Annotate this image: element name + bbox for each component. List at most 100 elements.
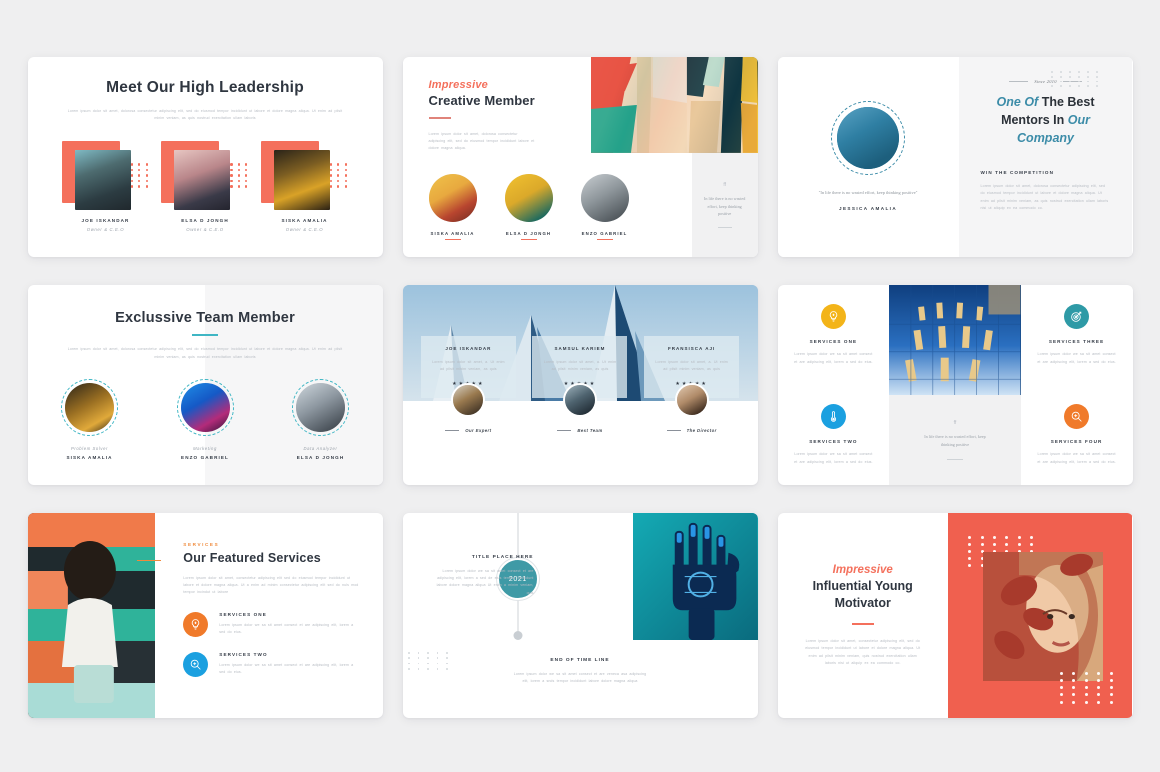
body-text: Lorem ipsum dolor we sa sit amet consect… [219, 662, 354, 674]
eyebrow-text: Impressive [428, 79, 488, 91]
member-role: The Director [686, 428, 717, 434]
slide-deck: Meet Our High Leadership Lorem ipsum dol… [0, 0, 1160, 772]
service-title: SERVICES TWO [809, 439, 858, 445]
avatar-ring [831, 101, 906, 175]
avatar [296, 382, 345, 432]
service-item-two[interactable]: SERVICES TWO Lorem ipsum dolor we sa sit… [778, 385, 890, 485]
title-line-1: Influential Young [812, 579, 913, 594]
testimonial: "In life there is no wasted effort, keep… [778, 189, 959, 211]
divider [946, 458, 963, 460]
quote-author: JESSICA AMALIA [838, 206, 898, 212]
member-name: ELSA D JONGH [181, 218, 229, 224]
dot-grid [1051, 71, 1102, 88]
divider [192, 334, 218, 337]
list-item[interactable]: ELSA D JONGH [504, 173, 553, 240]
subtitle-text: Lorem ipsum dolor sit amet, dolorosa con… [67, 347, 343, 359]
slide-impressive-creative-member[interactable]: ff In life there is no wasted effort, ke… [402, 57, 758, 257]
quote-text: In life there is no wasted effort, keep … [704, 195, 746, 217]
page-title: Our Featured Services [183, 551, 321, 565]
divider [445, 430, 460, 432]
headline-accent-2: Our [1067, 112, 1090, 127]
testimonial-list: JOE ISKANDAR Lorem ipsum dolor sit amet,… [403, 336, 758, 433]
slide-best-mentors[interactable]: "In life there is no wasted effort, keep… [777, 57, 1133, 257]
list-item[interactable]: JOE ISKANDAR Lorem ipsum dolor sit amet,… [420, 336, 516, 433]
member-name: SISKA AMALIA [281, 218, 328, 224]
artwork-strokes-icon [590, 57, 758, 153]
list-item[interactable]: SISKA AMALIA [428, 173, 477, 240]
services-left-column: SERVICES ONE Lorem ipsum dolor we sa sit… [778, 285, 890, 485]
role-label: Best Team [532, 428, 627, 433]
list-item[interactable]: JOE ISKANDAR Owner & C.E.O [61, 141, 150, 232]
service-item-one[interactable]: SERVICES ONE Lorem ipsum dolor we sa sit… [778, 285, 890, 385]
caption: JOE ISKANDAR Owner & C.E.O [62, 218, 150, 232]
member-role: Data Analyzer [303, 445, 338, 451]
body-text: Lorem ipsum dolor sit amet, a. Ut enim a… [432, 360, 505, 372]
image-pane [633, 513, 758, 718]
timeline-end-dot [513, 631, 523, 640]
service-item-four[interactable]: SERVICES FOUR Lorem ipsum dolor we sa si… [1021, 385, 1133, 485]
divider [1009, 81, 1029, 82]
avatar-ring [61, 378, 118, 436]
caption: SISKA AMALIA Owner & C.E.O [261, 218, 349, 232]
list-item[interactable]: Data Analyzer ELSA D JONGH [291, 378, 351, 460]
portrait-pane: "In life there is no wasted effort, keep… [777, 57, 959, 257]
subtitle-text: Lorem ipsum dolor sit amet, dolorosa con… [67, 109, 343, 121]
body-text: Lorem ipsum dolor sit amet, consectetur … [183, 576, 359, 595]
slide-our-featured-services[interactable]: SERVICES Our Featured Services Lorem ips… [27, 513, 383, 718]
service-item-one[interactable]: SERVICES ONE Lorem ipsum dolor we sa sit… [183, 611, 360, 637]
page-title: Exclussive Team Member [115, 310, 295, 326]
body-text: Lorem ipsum dolor we sa sit amet consect… [513, 672, 647, 684]
member-role: Owner & C.E.O [285, 227, 324, 233]
list-item[interactable]: SISKA AMALIA Owner & C.E.O [260, 141, 349, 232]
body-text: Lorem ipsum dolor we sa sit amet consect… [436, 569, 534, 595]
avatar [428, 173, 477, 222]
list-item[interactable]: Problem Solver SISKA AMALIA [60, 378, 120, 460]
slide-four-services[interactable]: SERVICES ONE Lorem ipsum dolor we sa sit… [777, 285, 1133, 485]
member-name: ENZO GABRIEL [181, 454, 229, 460]
list-item[interactable]: SAMSUL KARIEM Lorem ipsum dolor sit amet… [532, 336, 628, 433]
divider [666, 430, 681, 432]
role-label: The Director [644, 428, 739, 433]
avatar-ring [176, 378, 234, 436]
avatar [273, 150, 330, 211]
member-name: ELSA D JONGH [296, 454, 345, 460]
content-pane: Impressive Influential Young Motivator L… [778, 513, 948, 718]
timeline-entry: TITLE PLACE HERE Lorem ipsum dolor we sa… [429, 555, 534, 597]
list-item[interactable]: Marketing ENZO GABRIEL [175, 378, 235, 460]
avatar [451, 383, 486, 418]
divider [428, 117, 451, 119]
hero-artwork-image [590, 57, 758, 153]
member-name: SISKA AMALIA [430, 230, 475, 236]
body-text: Lorem ipsum dolor we sa sit amet consect… [1037, 352, 1116, 364]
title-line-2: Motivator [834, 595, 891, 610]
avatar [504, 173, 553, 222]
slide-influential-young-motivator[interactable]: Impressive Influential Young Motivator L… [777, 513, 1133, 718]
graffiti-wall-icon [27, 513, 156, 718]
coral-panel [947, 513, 1133, 718]
headline-accent-1: One Of [996, 95, 1039, 109]
list-item[interactable]: ENZO GABRIEL [580, 173, 629, 240]
service-title: SERVICES THREE [1048, 339, 1105, 345]
search-icon [1064, 404, 1090, 430]
eyebrow-text: Impressive [832, 564, 893, 577]
entry-title: TITLE PLACE HERE [471, 555, 534, 560]
entry-title: END OF TIME LINE [550, 658, 610, 663]
lightbulb-icon [820, 304, 846, 330]
list-item[interactable]: ELSA D JONGH Owner & C.E.O [161, 141, 249, 232]
slide-exclussive-team-member[interactable]: Exclussive Team Member Lorem ipsum dolor… [27, 285, 383, 485]
member-role: Best Team [577, 428, 603, 434]
slide-timeline[interactable]: 2021 TITLE PLACE HERE Lorem ipsum dolor … [402, 513, 758, 718]
avatar [580, 173, 629, 222]
slide-team-testimonials[interactable]: JOE ISKANDAR Lorem ipsum dolor sit amet,… [402, 285, 758, 485]
divider [557, 430, 572, 432]
list-item[interactable]: FRANSISCA AJI Lorem ipsum dolor sit amet… [644, 336, 740, 433]
service-item-two[interactable]: SERVICES TWO Lorem ipsum dolor we sa sit… [183, 651, 360, 677]
body-text: Lorem ipsum dolor sit amet, consectetur … [805, 639, 921, 665]
body-text: Lorem ipsum dolor sit amet, a. Ut enim a… [655, 360, 728, 372]
service-item-three[interactable]: SERVICES THREE Lorem ipsum dolor we sa s… [1021, 285, 1133, 385]
slide-meet-our-high-leadership[interactable]: Meet Our High Leadership Lorem ipsum dol… [27, 57, 383, 257]
avatar [65, 382, 114, 432]
timeline-pane: 2021 TITLE PLACE HERE Lorem ipsum dolor … [403, 513, 634, 718]
section-title: WIN THE COMPETITION [980, 170, 1055, 176]
member-name: FRANSISCA AJI [668, 346, 716, 351]
